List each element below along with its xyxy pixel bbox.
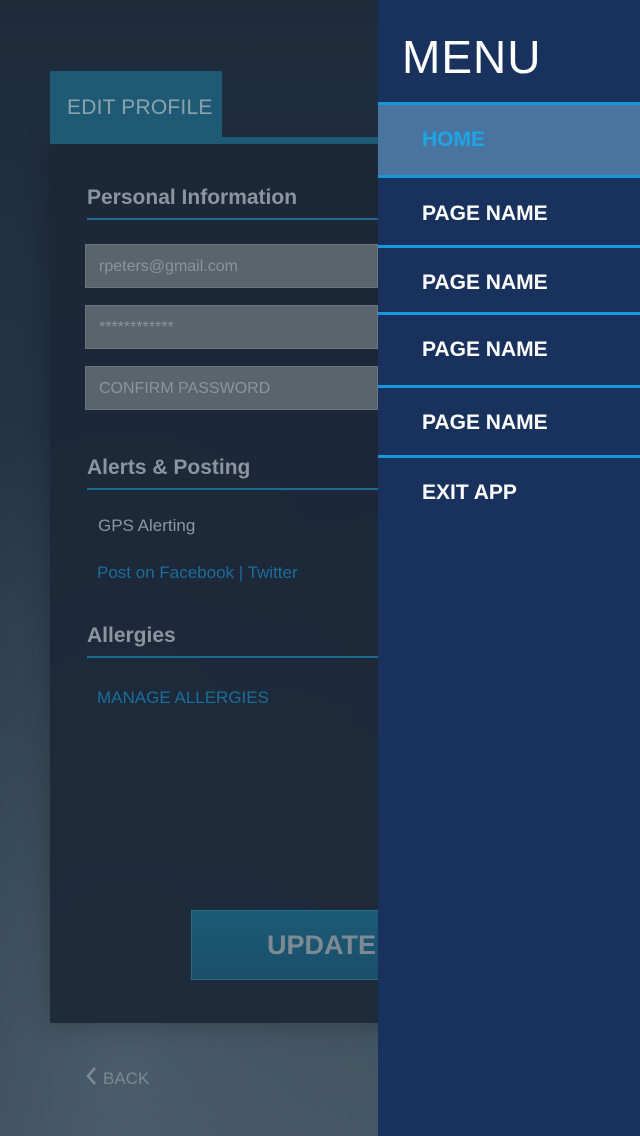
menu-item-exit-app[interactable]: EXIT APP	[378, 458, 640, 528]
menu-item-page-4[interactable]: PAGE NAME	[378, 388, 640, 455]
confirm-password-field[interactable]: CONFIRM PASSWORD	[85, 366, 378, 410]
post-social-link[interactable]: Post on Facebook | Twitter	[97, 563, 298, 583]
tab-underline	[50, 137, 380, 144]
menu-item-page-3[interactable]: PAGE NAME	[378, 315, 640, 385]
menu-item-page-2[interactable]: PAGE NAME	[378, 248, 640, 312]
chevron-left-icon	[85, 1066, 97, 1091]
gps-alerting-label[interactable]: GPS Alerting	[98, 516, 195, 536]
side-menu: MENU HOME PAGE NAME PAGE NAME PAGE NAME …	[378, 0, 640, 1136]
personal-information-heading: Personal Information	[87, 186, 378, 220]
email-field[interactable]: rpeters@gmail.com	[85, 244, 378, 288]
menu-item-page-1[interactable]: PAGE NAME	[378, 178, 640, 245]
menu-title: MENU	[402, 31, 542, 83]
back-button[interactable]: BACK	[85, 1066, 149, 1091]
alerts-posting-heading: Alerts & Posting	[87, 456, 378, 490]
update-button[interactable]: UPDATE	[191, 910, 380, 980]
allergies-heading: Allergies	[87, 624, 378, 658]
manage-allergies-link[interactable]: MANAGE ALLERGIES	[97, 688, 269, 708]
password-field[interactable]: ************	[85, 305, 378, 349]
back-label: BACK	[103, 1068, 150, 1088]
edit-profile-tab[interactable]: EDIT PROFILE	[50, 71, 222, 143]
menu-item-home[interactable]: HOME	[378, 105, 640, 175]
